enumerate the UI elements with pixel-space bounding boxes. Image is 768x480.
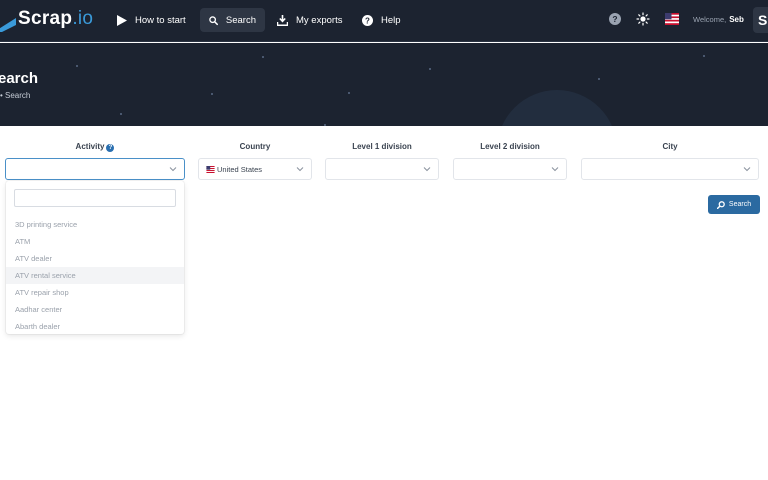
star-decoration bbox=[429, 68, 431, 70]
chevron-down-icon bbox=[296, 167, 304, 172]
country-select[interactable]: United States bbox=[198, 158, 312, 180]
star-decoration bbox=[598, 78, 600, 80]
star-decoration bbox=[324, 124, 326, 126]
chevron-down-icon bbox=[743, 167, 751, 172]
level1-division-label: Level 1 division bbox=[352, 142, 412, 151]
nav-help[interactable]: ? Help bbox=[353, 8, 410, 32]
search-button[interactable]: Search bbox=[708, 195, 760, 214]
brand-tld: .io bbox=[72, 8, 94, 29]
star-decoration bbox=[348, 92, 350, 94]
country-value: United States bbox=[217, 165, 263, 174]
welcome-text: Welcome, Seb bbox=[693, 15, 744, 24]
chevron-down-icon bbox=[169, 167, 177, 172]
sun-icon[interactable] bbox=[636, 12, 650, 26]
activity-option[interactable]: ATV rental service bbox=[6, 267, 184, 284]
logo-mark-icon bbox=[0, 18, 16, 32]
level2-division-label: Level 2 division bbox=[480, 142, 540, 151]
page-title: earch bbox=[0, 70, 39, 87]
top-navbar: Scrap.io How to start Search My exports … bbox=[0, 0, 768, 42]
nav-my-exports-label: My exports bbox=[296, 14, 343, 26]
star-decoration bbox=[76, 65, 78, 67]
nav-my-exports[interactable]: My exports bbox=[268, 8, 351, 32]
nav-search-label: Search bbox=[225, 14, 256, 26]
activity-options-list: 3D printing service ATM ATV dealer ATV rent… bbox=[6, 216, 184, 335]
help-icon[interactable]: ? bbox=[608, 12, 622, 26]
svg-text:?: ? bbox=[612, 14, 617, 24]
city-select[interactable] bbox=[581, 158, 759, 180]
star-decoration bbox=[120, 113, 122, 115]
brand-name: Scrap bbox=[18, 8, 73, 29]
level1-division-select[interactable] bbox=[325, 158, 439, 180]
search-button-label: Search bbox=[728, 201, 752, 208]
page-header: earch • Search bbox=[0, 43, 768, 126]
nav-help-label: Help bbox=[381, 14, 401, 26]
search-icon bbox=[716, 200, 725, 209]
info-icon[interactable]: ? bbox=[106, 144, 115, 152]
activity-option[interactable]: Abarth dealer bbox=[6, 318, 184, 335]
chevron-down-icon bbox=[551, 167, 559, 172]
star-decoration bbox=[703, 55, 705, 57]
svg-text:?: ? bbox=[365, 16, 370, 25]
us-flag-icon bbox=[206, 166, 215, 173]
activity-option[interactable]: ATV dealer bbox=[6, 250, 184, 267]
play-icon bbox=[117, 14, 127, 26]
activity-option[interactable]: Aadhar center bbox=[6, 301, 184, 318]
download-icon bbox=[277, 14, 288, 26]
level2-division-select[interactable] bbox=[453, 158, 567, 180]
country-label: Country bbox=[239, 142, 271, 151]
avatar[interactable]: S bbox=[753, 7, 768, 33]
activity-label: Activity? bbox=[6, 142, 184, 154]
nav-search[interactable]: Search bbox=[200, 8, 265, 32]
activity-select[interactable] bbox=[5, 158, 185, 180]
activity-option[interactable]: ATV repair shop bbox=[6, 284, 184, 301]
star-decoration bbox=[211, 93, 213, 95]
nav-how-to-start-label: How to start bbox=[135, 14, 186, 26]
chevron-down-icon bbox=[423, 167, 431, 172]
activity-search-input[interactable] bbox=[14, 189, 176, 207]
user-name: Seb bbox=[729, 15, 744, 24]
search-icon bbox=[209, 15, 218, 25]
decorative-planet bbox=[497, 90, 617, 126]
star-decoration bbox=[262, 56, 264, 58]
activity-dropdown: 3D printing service ATM ATV dealer ATV rent… bbox=[6, 181, 184, 334]
us-flag-icon[interactable] bbox=[665, 13, 679, 25]
nav-how-to-start[interactable]: How to start bbox=[108, 8, 195, 32]
activity-option[interactable]: ATM bbox=[6, 233, 184, 250]
question-circle-icon: ? bbox=[362, 14, 373, 26]
city-label: City bbox=[662, 142, 678, 151]
activity-option[interactable]: 3D printing service bbox=[6, 216, 184, 233]
breadcrumb: • Search bbox=[0, 91, 31, 100]
